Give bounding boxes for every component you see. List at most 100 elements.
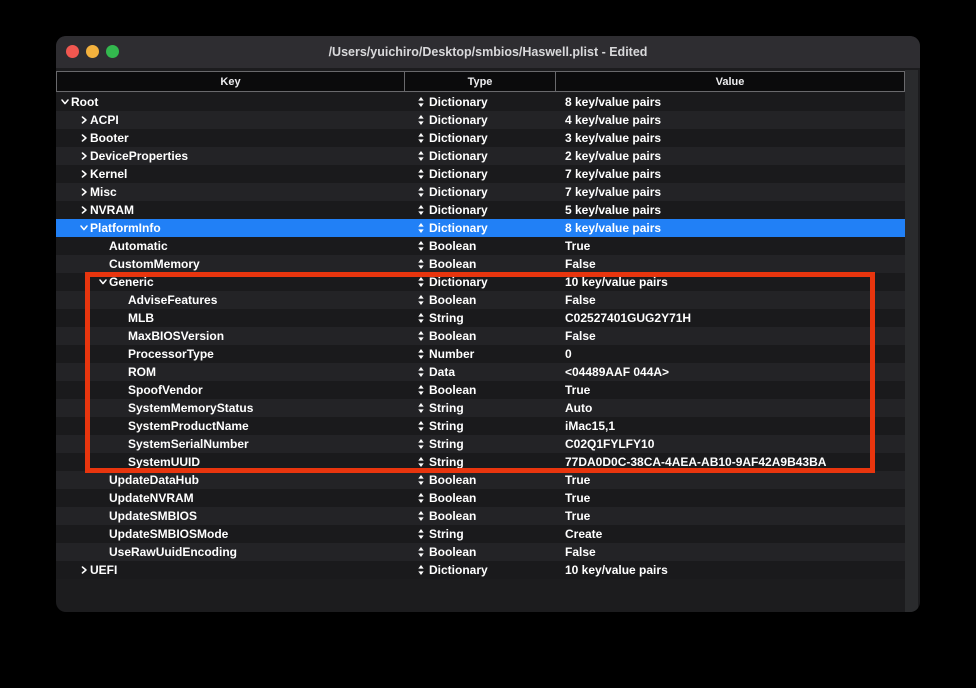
row-type-label[interactable]: Data <box>429 365 455 379</box>
column-header-key[interactable]: Key <box>57 72 405 91</box>
type-popup-stepper-icon[interactable] <box>418 187 424 197</box>
row-type-label[interactable]: Dictionary <box>429 563 488 577</box>
row-type-label[interactable]: Boolean <box>429 329 476 343</box>
row-value-label[interactable]: Auto <box>565 401 592 415</box>
row-type-label[interactable]: String <box>429 455 464 469</box>
column-header-type[interactable]: Type <box>405 72 556 91</box>
type-popup-stepper-icon[interactable] <box>418 385 424 395</box>
row-type-label[interactable]: Boolean <box>429 293 476 307</box>
row-type-label[interactable]: Boolean <box>429 239 476 253</box>
row-value-label[interactable]: Create <box>565 527 602 541</box>
disclosure-expanded-icon[interactable] <box>59 97 71 107</box>
row-type-label[interactable]: Number <box>429 347 474 361</box>
table-row[interactable]: SpoofVendorBooleanTrue <box>56 381 905 399</box>
row-value-label[interactable]: 3 key/value pairs <box>565 131 661 145</box>
table-row[interactable]: SystemProductNameStringiMac15,1 <box>56 417 905 435</box>
type-popup-stepper-icon[interactable] <box>418 331 424 341</box>
row-value-label[interactable]: 4 key/value pairs <box>565 113 661 127</box>
row-type-label[interactable]: Dictionary <box>429 149 488 163</box>
type-popup-stepper-icon[interactable] <box>418 493 424 503</box>
table-row[interactable]: UpdateSMBIOSBooleanTrue <box>56 507 905 525</box>
type-popup-stepper-icon[interactable] <box>418 223 424 233</box>
type-popup-stepper-icon[interactable] <box>418 133 424 143</box>
row-value-label[interactable]: C02527401GUG2Y71H <box>565 311 691 325</box>
row-type-label[interactable]: Boolean <box>429 473 476 487</box>
row-type-label[interactable]: Dictionary <box>429 113 488 127</box>
row-value-label[interactable]: 0 <box>565 347 572 361</box>
row-value-label[interactable]: False <box>565 329 596 343</box>
row-type-label[interactable]: String <box>429 401 464 415</box>
table-row[interactable]: UpdateSMBIOSModeStringCreate <box>56 525 905 543</box>
row-value-label[interactable]: 10 key/value pairs <box>565 563 668 577</box>
type-popup-stepper-icon[interactable] <box>418 349 424 359</box>
disclosure-collapsed-icon[interactable] <box>78 151 90 161</box>
table-row[interactable]: NVRAMDictionary5 key/value pairs <box>56 201 905 219</box>
scrollbar-track[interactable] <box>905 70 918 612</box>
row-value-label[interactable]: 8 key/value pairs <box>565 221 661 235</box>
type-popup-stepper-icon[interactable] <box>418 547 424 557</box>
table-row[interactable]: ROMData<04489AAF 044A> <box>56 363 905 381</box>
disclosure-expanded-icon[interactable] <box>78 223 90 233</box>
window-titlebar[interactable]: /Users/yuichiro/Desktop/smbios/Haswell.p… <box>56 36 920 68</box>
row-type-label[interactable]: Dictionary <box>429 167 488 181</box>
row-type-label[interactable]: String <box>429 437 464 451</box>
type-popup-stepper-icon[interactable] <box>418 565 424 575</box>
type-popup-stepper-icon[interactable] <box>418 115 424 125</box>
disclosure-collapsed-icon[interactable] <box>78 187 90 197</box>
table-row[interactable]: CustomMemoryBooleanFalse <box>56 255 905 273</box>
type-popup-stepper-icon[interactable] <box>418 421 424 431</box>
table-row[interactable]: MaxBIOSVersionBooleanFalse <box>56 327 905 345</box>
table-row[interactable]: UpdateDataHubBooleanTrue <box>56 471 905 489</box>
row-value-label[interactable]: 10 key/value pairs <box>565 275 668 289</box>
disclosure-collapsed-icon[interactable] <box>78 205 90 215</box>
row-value-label[interactable]: 5 key/value pairs <box>565 203 661 217</box>
row-type-label[interactable]: Boolean <box>429 257 476 271</box>
disclosure-collapsed-icon[interactable] <box>78 565 90 575</box>
row-value-label[interactable]: False <box>565 545 596 559</box>
table-row[interactable]: UseRawUuidEncodingBooleanFalse <box>56 543 905 561</box>
row-value-label[interactable]: C02Q1FYLFY10 <box>565 437 654 451</box>
table-row[interactable]: MiscDictionary7 key/value pairs <box>56 183 905 201</box>
row-value-label[interactable]: False <box>565 257 596 271</box>
table-row[interactable]: AdviseFeaturesBooleanFalse <box>56 291 905 309</box>
row-value-label[interactable]: True <box>565 239 590 253</box>
row-type-label[interactable]: Boolean <box>429 491 476 505</box>
type-popup-stepper-icon[interactable] <box>418 367 424 377</box>
table-row[interactable]: DevicePropertiesDictionary2 key/value pa… <box>56 147 905 165</box>
table-row[interactable]: UpdateNVRAMBooleanTrue <box>56 489 905 507</box>
table-row[interactable]: RootDictionary8 key/value pairs <box>56 93 905 111</box>
row-value-label[interactable]: 7 key/value pairs <box>565 167 661 181</box>
row-value-label[interactable]: 2 key/value pairs <box>565 149 661 163</box>
column-header-value[interactable]: Value <box>556 72 904 91</box>
table-row[interactable]: ACPIDictionary4 key/value pairs <box>56 111 905 129</box>
row-value-label[interactable]: 77DA0D0C-38CA-4AEA-AB10-9AF42A9B43BA <box>565 455 826 469</box>
row-value-label[interactable]: True <box>565 383 590 397</box>
row-value-label[interactable]: 8 key/value pairs <box>565 95 661 109</box>
row-value-label[interactable]: False <box>565 293 596 307</box>
table-row[interactable]: SystemSerialNumberStringC02Q1FYLFY10 <box>56 435 905 453</box>
type-popup-stepper-icon[interactable] <box>418 511 424 521</box>
row-value-label[interactable]: True <box>565 473 590 487</box>
table-row[interactable]: SystemMemoryStatusStringAuto <box>56 399 905 417</box>
type-popup-stepper-icon[interactable] <box>418 313 424 323</box>
row-value-label[interactable]: <04489AAF 044A> <box>565 365 669 379</box>
disclosure-expanded-icon[interactable] <box>97 277 109 287</box>
type-popup-stepper-icon[interactable] <box>418 439 424 449</box>
type-popup-stepper-icon[interactable] <box>418 403 424 413</box>
table-row[interactable]: UEFIDictionary10 key/value pairs <box>56 561 905 579</box>
table-row[interactable]: MLBStringC02527401GUG2Y71H <box>56 309 905 327</box>
row-type-label[interactable]: Dictionary <box>429 203 488 217</box>
type-popup-stepper-icon[interactable] <box>418 295 424 305</box>
row-type-label[interactable]: Boolean <box>429 383 476 397</box>
row-type-label[interactable]: Dictionary <box>429 185 488 199</box>
row-type-label[interactable]: Boolean <box>429 545 476 559</box>
row-value-label[interactable]: True <box>565 509 590 523</box>
row-value-label[interactable]: iMac15,1 <box>565 419 615 433</box>
table-row[interactable]: ProcessorTypeNumber0 <box>56 345 905 363</box>
table-row[interactable]: KernelDictionary7 key/value pairs <box>56 165 905 183</box>
row-type-label[interactable]: Dictionary <box>429 275 488 289</box>
type-popup-stepper-icon[interactable] <box>418 457 424 467</box>
type-popup-stepper-icon[interactable] <box>418 151 424 161</box>
row-type-label[interactable]: Boolean <box>429 509 476 523</box>
type-popup-stepper-icon[interactable] <box>418 97 424 107</box>
